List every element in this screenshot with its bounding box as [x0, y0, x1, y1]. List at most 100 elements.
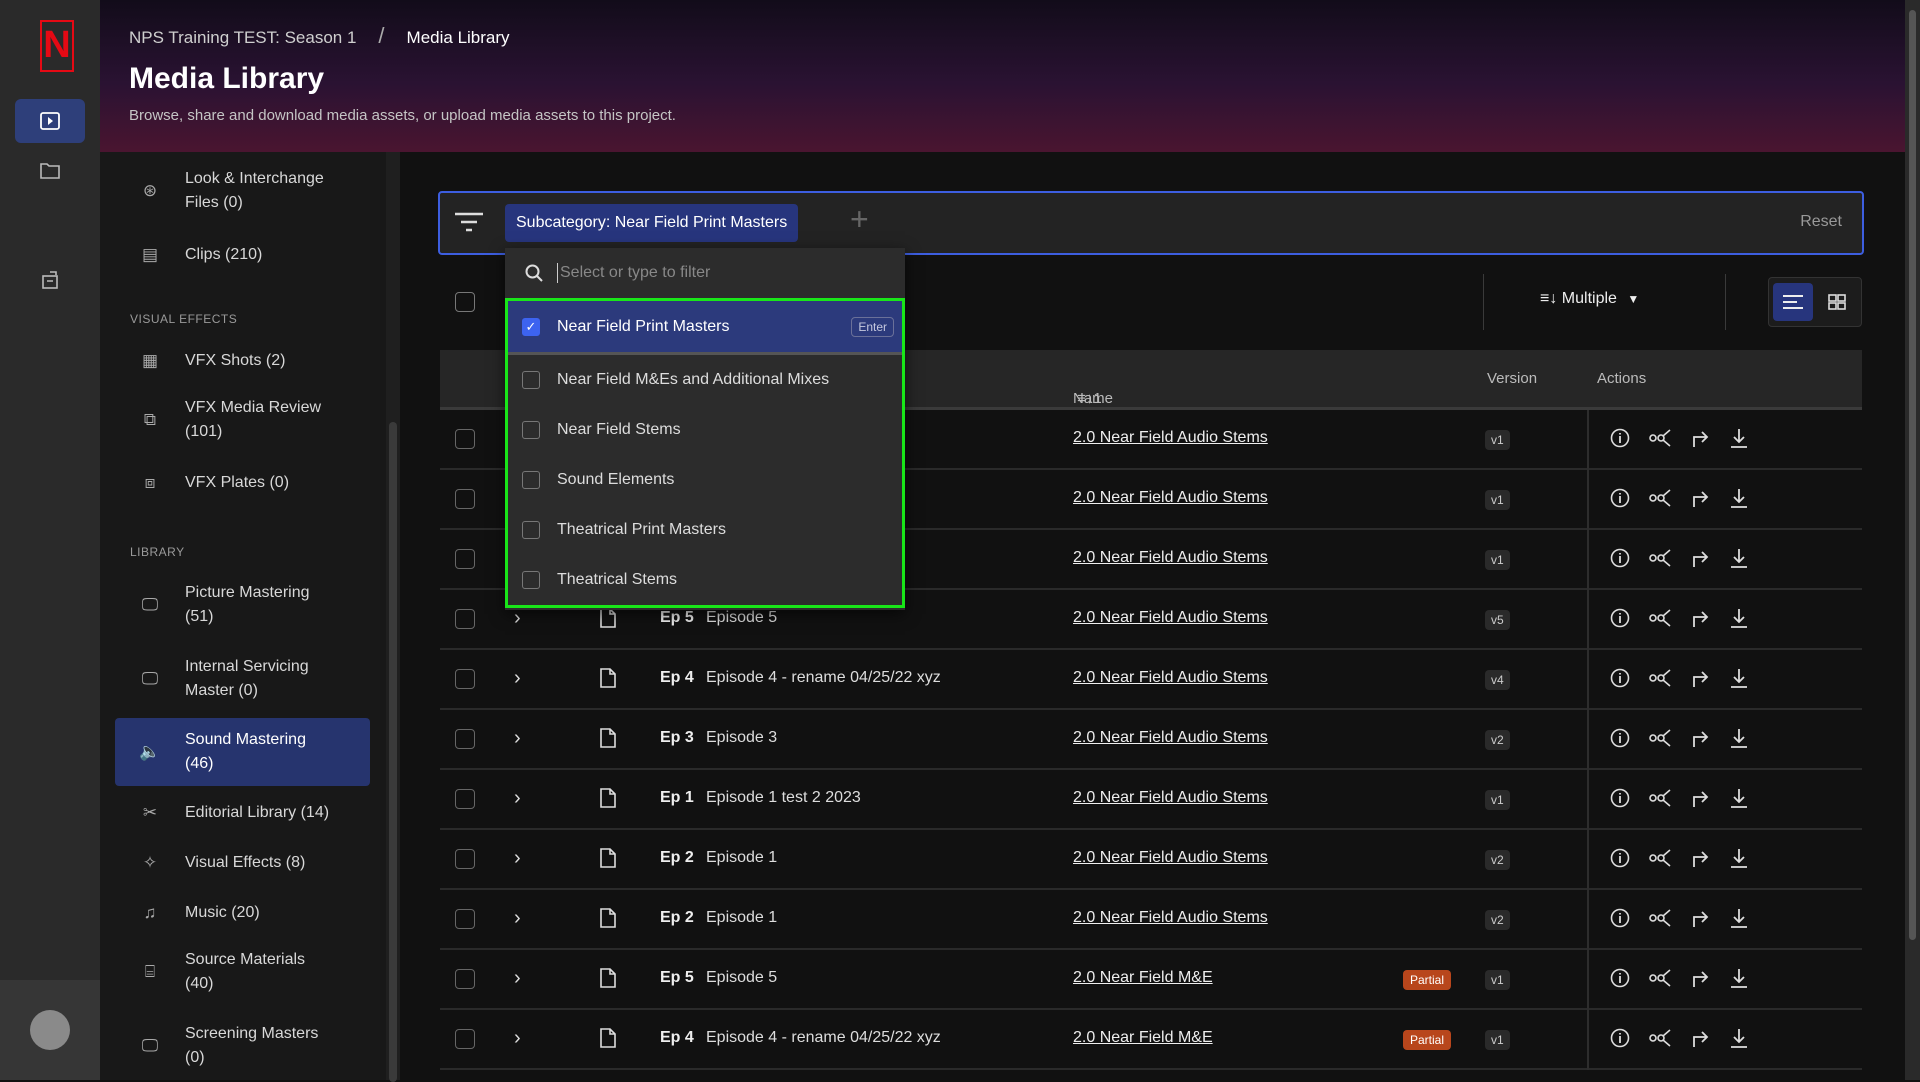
forward-icon[interactable]: [1688, 906, 1712, 930]
row-checkbox[interactable]: [455, 789, 475, 809]
asset-name-link[interactable]: 2.0 Near Field Audio Stems: [1073, 669, 1268, 687]
table-row[interactable]: › Ep 2 Episode 1 2.0 Near Field Audio St…: [440, 830, 1862, 890]
avatar[interactable]: [30, 1010, 70, 1050]
asset-name-link[interactable]: 2.0 Near Field Audio Stems: [1073, 789, 1268, 807]
table-row[interactable]: › Ep 2 Episode 1 2.0 Near Field Audio St…: [440, 890, 1862, 950]
sort-icon[interactable]: ≡↓1: [1077, 390, 1102, 407]
checkbox[interactable]: [522, 521, 540, 539]
checkbox[interactable]: [522, 571, 540, 589]
breadcrumb-project[interactable]: NPS Training TEST: Season 1: [129, 28, 356, 47]
asset-name-link[interactable]: 2.0 Near Field Audio Stems: [1073, 849, 1268, 867]
asset-name-link[interactable]: 2.0 Near Field Audio Stems: [1073, 909, 1268, 927]
download-icon[interactable]: [1727, 906, 1751, 930]
download-icon[interactable]: [1727, 606, 1751, 630]
download-icon[interactable]: [1727, 846, 1751, 870]
sidebar-item-look-interchange[interactable]: ⊛ Look & Interchange Files (0): [115, 166, 370, 216]
row-checkbox[interactable]: [455, 429, 475, 449]
asset-name-link[interactable]: 2.0 Near Field Audio Stems: [1073, 489, 1268, 507]
share-icon[interactable]: [1648, 906, 1672, 930]
option-theatrical-stems[interactable]: Theatrical Stems: [508, 555, 902, 605]
forward-icon[interactable]: [1688, 606, 1712, 630]
dropdown-search[interactable]: Select or type to filter: [505, 248, 905, 298]
info-icon[interactable]: [1608, 606, 1632, 630]
row-checkbox[interactable]: [455, 669, 475, 689]
expand-chevron-icon[interactable]: ›: [514, 907, 521, 930]
forward-icon[interactable]: [1688, 966, 1712, 990]
folder-nav-icon[interactable]: [15, 148, 85, 192]
sidebar-item-internal-servicing[interactable]: 🖵 Internal Servicing Master (0): [115, 654, 370, 704]
transfers-nav-icon[interactable]: [15, 258, 85, 302]
grid-view-button[interactable]: [1817, 283, 1857, 321]
row-checkbox[interactable]: [455, 549, 475, 569]
search-input[interactable]: Select or type to filter: [560, 264, 710, 282]
info-icon[interactable]: [1608, 906, 1632, 930]
sidebar-scroll-thumb[interactable]: [389, 422, 397, 1082]
expand-chevron-icon[interactable]: ›: [514, 607, 521, 630]
download-icon[interactable]: [1727, 486, 1751, 510]
option-near-field-print-masters[interactable]: ✓ Near Field Print Masters Enter: [508, 301, 902, 355]
asset-name-link[interactable]: 2.0 Near Field Audio Stems: [1073, 729, 1268, 747]
sidebar-item-editorial-library[interactable]: ✂ Editorial Library (14): [115, 798, 370, 828]
table-row[interactable]: › Ep 3 Episode 3 2.0 Near Field Audio St…: [440, 710, 1862, 770]
info-icon[interactable]: [1608, 1026, 1632, 1050]
sidebar-item-clips[interactable]: ▤ Clips (210): [115, 240, 370, 270]
netflix-logo[interactable]: N: [40, 20, 74, 72]
share-icon[interactable]: [1648, 606, 1672, 630]
forward-icon[interactable]: [1688, 786, 1712, 810]
forward-icon[interactable]: [1688, 846, 1712, 870]
row-checkbox[interactable]: [455, 849, 475, 869]
share-icon[interactable]: [1648, 666, 1672, 690]
list-view-button[interactable]: [1773, 283, 1813, 321]
asset-name-link[interactable]: 2.0 Near Field M&E: [1073, 1029, 1213, 1047]
checkbox[interactable]: [522, 471, 540, 489]
sidebar-item-screening-masters[interactable]: 🖵 Screening Masters (0): [115, 1021, 370, 1071]
reset-button[interactable]: Reset: [1800, 213, 1842, 231]
option-near-field-stems[interactable]: Near Field Stems: [508, 405, 902, 455]
download-icon[interactable]: [1727, 786, 1751, 810]
checkbox[interactable]: [522, 371, 540, 389]
asset-name-link[interactable]: 2.0 Near Field Audio Stems: [1073, 609, 1268, 627]
expand-chevron-icon[interactable]: ›: [514, 1027, 521, 1050]
expand-chevron-icon[interactable]: ›: [514, 847, 521, 870]
sidebar-item-vfx-plates[interactable]: ⧈ VFX Plates (0): [115, 468, 370, 498]
asset-name-link[interactable]: 2.0 Near Field M&E: [1073, 969, 1213, 987]
column-name[interactable]: Name ≡↓1: [1073, 370, 1113, 407]
sidebar-item-vfx-shots[interactable]: ▦ VFX Shots (2): [115, 346, 370, 376]
sidebar-scrollbar[interactable]: [386, 152, 400, 1082]
sort-dropdown[interactable]: ≡↓ Multiple ▼: [1540, 290, 1639, 308]
sidebar-item-music[interactable]: ♫ Music (20): [115, 898, 370, 928]
sidebar-item-sound-mastering[interactable]: 🔈 Sound Mastering (46): [115, 718, 370, 786]
row-checkbox[interactable]: [455, 489, 475, 509]
sidebar-item-picture-mastering[interactable]: 🖵 Picture Mastering (51): [115, 580, 370, 630]
forward-icon[interactable]: [1688, 726, 1712, 750]
info-icon[interactable]: [1608, 786, 1632, 810]
sidebar-item-source-materials[interactable]: ⌸ Source Materials (40): [115, 947, 370, 997]
checkbox-checked[interactable]: ✓: [522, 317, 540, 336]
info-icon[interactable]: [1608, 486, 1632, 510]
download-icon[interactable]: [1727, 546, 1751, 570]
download-icon[interactable]: [1727, 1026, 1751, 1050]
forward-icon[interactable]: [1688, 426, 1712, 450]
download-icon[interactable]: [1727, 966, 1751, 990]
subcategory-filter-chip[interactable]: Subcategory: Near Field Print Masters: [505, 204, 799, 242]
option-theatrical-print-masters[interactable]: Theatrical Print Masters: [508, 505, 902, 555]
download-icon[interactable]: [1727, 426, 1751, 450]
share-icon[interactable]: [1648, 726, 1672, 750]
row-checkbox[interactable]: [455, 909, 475, 929]
share-icon[interactable]: [1648, 966, 1672, 990]
option-sound-elements[interactable]: Sound Elements: [508, 455, 902, 505]
download-icon[interactable]: [1727, 726, 1751, 750]
share-icon[interactable]: [1648, 786, 1672, 810]
asset-name-link[interactable]: 2.0 Near Field Audio Stems: [1073, 429, 1268, 447]
add-filter-button[interactable]: +: [850, 201, 869, 238]
forward-icon[interactable]: [1688, 666, 1712, 690]
page-scroll-thumb[interactable]: [1909, 10, 1916, 940]
page-scrollbar[interactable]: [1905, 0, 1920, 1080]
table-row[interactable]: › Ep 4 Episode 4 - rename 04/25/22 xyz 2…: [440, 650, 1862, 710]
share-icon[interactable]: [1648, 546, 1672, 570]
info-icon[interactable]: [1608, 726, 1632, 750]
table-row[interactable]: › Ep 5 Episode 5 2.0 Near Field M&E Part…: [440, 950, 1862, 1010]
share-icon[interactable]: [1648, 846, 1672, 870]
select-all-checkbox[interactable]: [455, 292, 475, 312]
info-icon[interactable]: [1608, 426, 1632, 450]
